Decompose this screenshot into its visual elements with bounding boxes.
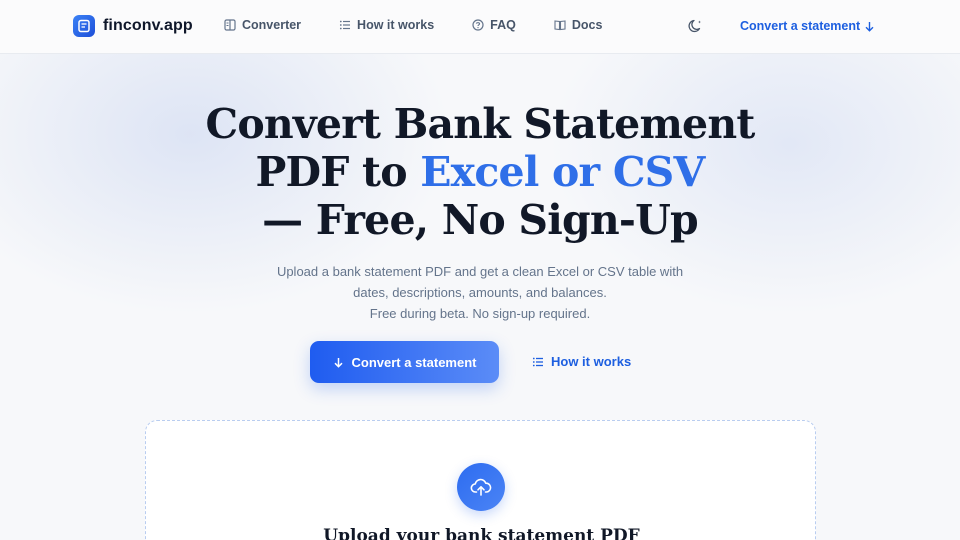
convert-statement-button[interactable]: Convert a statement	[310, 341, 499, 383]
nav-label: FAQ	[490, 18, 516, 32]
hero-title: Convert Bank Statement PDF to Excel or C…	[0, 100, 960, 244]
nav-label: Docs	[571, 18, 603, 32]
logo-icon	[73, 15, 95, 37]
upload-title: Upload your bank statement PDF	[323, 526, 640, 540]
convert-statement-label: Convert a statement	[351, 354, 477, 370]
hero-subtitle-line2: dates, descriptions, amounts, and balanc…	[353, 285, 607, 300]
how-it-works-label: How it works	[551, 354, 632, 369]
hero-subtitle: Upload a bank statement PDF and get a cl…	[0, 261, 960, 324]
logo[interactable]: finconv.app	[73, 15, 193, 37]
theme-toggle-button[interactable]	[688, 18, 706, 36]
nav-label: Converter	[242, 18, 302, 32]
help-circle-icon	[472, 19, 484, 31]
nav-label: How it works	[357, 18, 435, 32]
hero-title-line2-prefix: PDF to	[255, 148, 421, 196]
hero-title-line1: Convert Bank Statement	[205, 100, 756, 148]
book-icon	[554, 20, 566, 31]
upload-dropzone[interactable]: Upload your bank statement PDF	[145, 420, 816, 540]
arrow-down-icon	[333, 357, 343, 368]
main-nav: Converter How it works FAQ Docs	[224, 18, 640, 32]
list-icon	[532, 357, 543, 366]
header-cta-label: Convert a statement	[740, 19, 861, 33]
how-it-works-button[interactable]: How it works	[532, 354, 631, 369]
converter-icon	[224, 19, 236, 31]
hero-subtitle-line1: Upload a bank statement PDF and get a cl…	[276, 264, 684, 279]
hero-title-accent: Excel or CSV	[420, 148, 705, 196]
moon-icon	[688, 19, 701, 33]
hero-subtitle-line3: Free during beta. No sign-up required.	[369, 306, 591, 321]
logo-text: finconv.app	[103, 17, 193, 34]
cloud-upload-icon	[470, 478, 492, 496]
nav-item-faq[interactable]: FAQ	[472, 18, 516, 32]
header-convert-button[interactable]: Convert a statement	[740, 19, 875, 33]
list-icon	[339, 20, 351, 30]
nav-item-docs[interactable]: Docs	[554, 18, 603, 32]
nav-item-how-it-works[interactable]: How it works	[339, 18, 434, 32]
upload-icon-button[interactable]	[457, 463, 505, 511]
nav-item-converter[interactable]: Converter	[224, 18, 301, 32]
top-navbar: finconv.app Converter How it works FAQ D…	[0, 0, 960, 54]
arrow-down-icon	[865, 21, 874, 32]
hero-title-line3: — Free, No Sign-Up	[262, 196, 699, 244]
